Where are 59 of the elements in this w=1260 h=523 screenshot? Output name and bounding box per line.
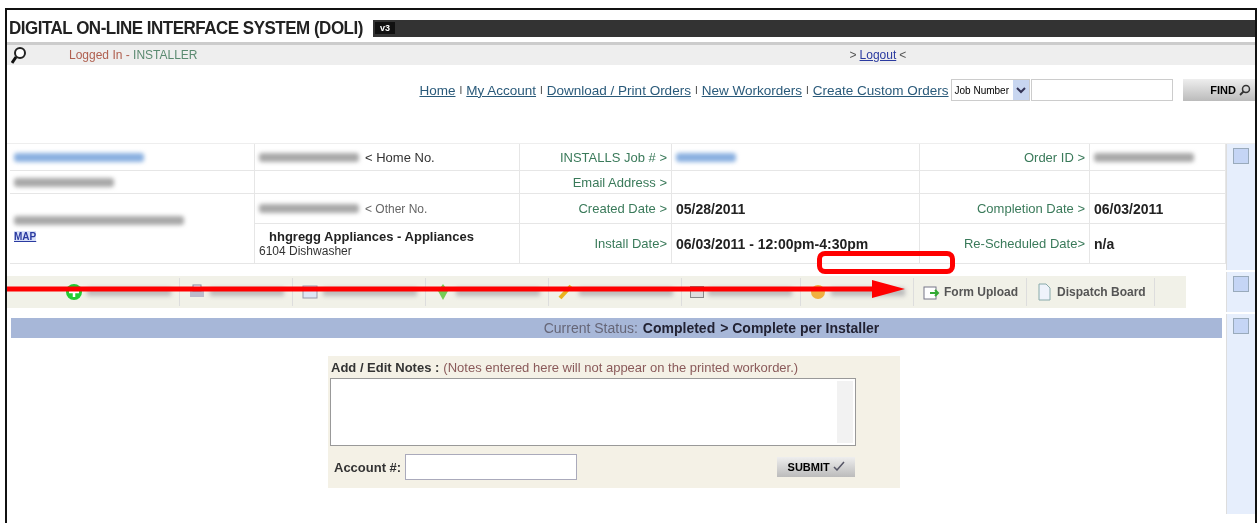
box-icon <box>690 286 704 298</box>
search-icon <box>1239 84 1251 96</box>
search-field[interactable] <box>1031 79 1173 101</box>
field-value: 05/28/2011 <box>676 200 746 217</box>
status-value: Completed <box>642 320 716 336</box>
scrollbar[interactable] <box>1226 272 1255 312</box>
bracket-mark: < <box>899 48 907 62</box>
field-value: 06/03/2011 <box>1094 200 1164 217</box>
pencil-icon <box>557 283 575 301</box>
version-badge: v3 <box>374 22 395 34</box>
field-label: < Home No. <box>365 149 435 165</box>
nav-link[interactable]: Home <box>419 82 456 98</box>
site-title: DIGITAL ON-LINE INTERFACE SYSTEM (DOLI) <box>9 17 363 39</box>
field-label: Order ID > <box>1023 149 1085 165</box>
notes-label: Add / Edit Notes : <box>331 360 440 375</box>
toolbar-button[interactable]: Form Upload <box>914 278 1027 306</box>
nav-link[interactable]: Create Custom Orders <box>812 82 949 98</box>
account-field[interactable] <box>405 454 578 480</box>
search-type-select[interactable]: Job Number <box>950 79 1030 101</box>
submit-button[interactable]: SUBMIT <box>777 457 856 477</box>
login-status: Logged In - INSTALLER <box>69 48 198 62</box>
redacted-text <box>676 152 736 162</box>
store-name: hhgregg Appliances - Appliances <box>269 229 474 244</box>
status-label: Current Status: <box>543 320 638 336</box>
map-link[interactable]: MAP <box>14 230 37 242</box>
field-label: Email Address > <box>572 174 667 190</box>
magnifier-icon <box>11 46 27 64</box>
circle-icon <box>809 283 827 301</box>
field-label: Created Date > <box>578 201 667 216</box>
logout-link[interactable]: Logout <box>859 48 897 62</box>
bracket-mark: > <box>849 48 857 62</box>
field-label: < Other No. <box>365 201 428 216</box>
notes-hint: (Notes entered here will not appear on the printed workorder.) <box>443 360 799 375</box>
nav-separator: I <box>540 84 543 96</box>
field-label: Completion Date > <box>976 201 1085 216</box>
nav-link[interactable]: My Account <box>466 82 537 98</box>
status-detail: > Complete per Installer <box>720 320 880 336</box>
notes-textarea[interactable] <box>330 378 856 446</box>
field-label: Install Date> <box>594 236 667 251</box>
document-icon <box>1035 283 1053 301</box>
scrollbar[interactable] <box>1226 144 1255 270</box>
nav-link[interactable]: Download / Print Orders <box>546 82 691 98</box>
chevron-down-icon <box>1016 86 1026 94</box>
find-button[interactable]: FIND <box>1183 79 1255 101</box>
checkmark-icon <box>832 461 845 471</box>
plus-icon <box>65 283 83 301</box>
nav-separator: I <box>694 84 698 96</box>
scrollbar[interactable] <box>1226 314 1255 514</box>
toolbar-button[interactable]: Dispatch Board <box>1027 278 1155 306</box>
nav-link[interactable]: New Workorders <box>701 82 802 98</box>
nav-separator: I <box>459 84 463 96</box>
product-name: 6104 Dishwasher <box>259 244 352 258</box>
upload-icon <box>922 283 940 301</box>
account-label: Account #: <box>334 459 402 475</box>
nav-separator: I <box>805 84 809 96</box>
field-value: n/a <box>1094 235 1115 252</box>
field-label: Re-Scheduled Date> <box>963 236 1085 251</box>
field-label: INSTALLS Job # > <box>559 149 667 165</box>
field-value: 06/03/2011 - 12:00pm-4:30pm <box>676 235 869 252</box>
